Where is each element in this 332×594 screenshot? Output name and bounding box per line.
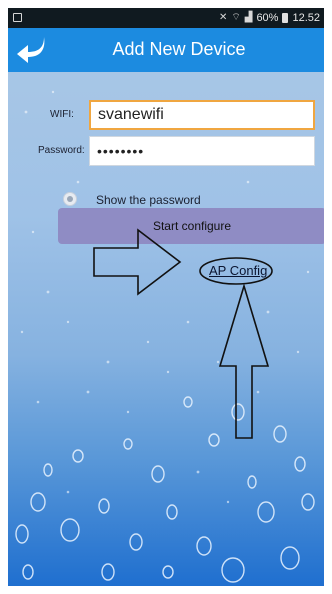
phone-screen: ✕ ⌔ ▟ 60% 12.52 Add New Device WIFI: sva… [8, 8, 324, 586]
wifi-field[interactable] [89, 100, 315, 130]
password-label: Password: [38, 145, 85, 156]
mute-icon: ✕ [218, 12, 228, 23]
ap-config-link[interactable]: AP Config [209, 263, 267, 278]
battery-icon [282, 12, 289, 23]
battery-percent: 60% [256, 11, 279, 24]
image-notification-icon [13, 13, 22, 22]
page-title: Add New Device [112, 39, 246, 59]
password-field[interactable] [89, 136, 315, 166]
signal-icon: ▟ [244, 12, 253, 23]
status-time: 12.52 [292, 11, 320, 24]
status-icons: ✕ ⌔ ▟ 60% 12.52 [219, 11, 320, 24]
show-password-radio[interactable] [63, 192, 77, 206]
wifi-label: WIFI: [50, 109, 74, 120]
wifi-icon: ⌔ [231, 12, 241, 23]
app-header: Add New Device [8, 28, 324, 72]
status-bar: ✕ ⌔ ▟ 60% 12.52 [8, 8, 324, 28]
form-area: WIFI: Password: Show the password Start … [8, 72, 324, 586]
start-configure-button[interactable]: Start configure [58, 208, 324, 244]
show-password-label: Show the password [96, 193, 201, 207]
